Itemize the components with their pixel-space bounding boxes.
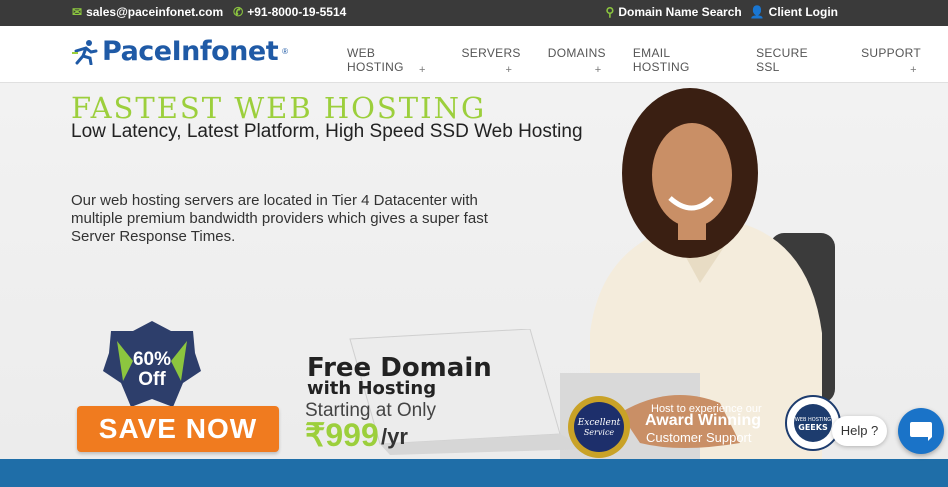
logo-text: PaceInfonet: [102, 36, 279, 67]
save-now-button[interactable]: SAVE NOW: [77, 406, 279, 452]
nav-servers[interactable]: SERVERS +: [461, 46, 548, 76]
nav-web-hosting[interactable]: WEB HOSTING +: [347, 46, 462, 76]
runner-icon: [72, 39, 98, 65]
nav-label: EMAIL HOSTING: [632, 46, 690, 74]
nav-label: SUPPORT: [861, 46, 921, 60]
web-hosting-geeks-seal: WEB HOSTING GEEKS: [785, 395, 841, 451]
seal2-line2: GEEKS: [798, 423, 828, 432]
with-hosting-text: with Hosting: [307, 378, 437, 399]
price-period: /yr: [381, 424, 408, 449]
nav-label: WEB HOSTING: [347, 46, 404, 74]
hero-title: FASTEST WEB HOSTING: [71, 91, 487, 125]
award-subtitle: Customer Support: [646, 430, 752, 445]
expand-plus-icon[interactable]: +: [506, 64, 513, 76]
nav-label: SECURE SSL: [756, 46, 808, 74]
help-bubble[interactable]: Help ?: [832, 416, 887, 446]
nav-email-hosting[interactable]: EMAIL HOSTING: [633, 46, 756, 74]
logo[interactable]: PaceInfonet ®: [72, 36, 288, 67]
badge-percent: 60%: [132, 349, 172, 370]
domain-search-link[interactable]: ⚲ Domain Name Search: [606, 5, 742, 19]
award-heading: Award Winning: [645, 412, 761, 429]
logo-registered: ®: [282, 47, 289, 56]
hero-subtitle: Low Latency, Latest Platform, High Speed…: [71, 121, 583, 142]
top-bar: ✉ sales@paceinfonet.com ✆ +91-8000-19-55…: [0, 0, 948, 26]
expand-plus-icon[interactable]: +: [910, 64, 917, 76]
discount-badge-text: 60% Off: [110, 350, 194, 390]
seal1-line2: Service: [584, 428, 615, 437]
expand-plus-icon[interactable]: +: [595, 64, 602, 76]
expand-plus-icon[interactable]: +: [419, 64, 426, 76]
client-login-link[interactable]: 👤 Client Login: [750, 5, 838, 19]
nav-label: DOMAINS: [547, 46, 606, 60]
user-icon: 👤: [749, 5, 765, 19]
nav-support[interactable]: SUPPORT +: [861, 46, 948, 76]
email-link[interactable]: ✉ sales@paceinfonet.com: [72, 5, 223, 19]
price-amount: ₹999: [305, 417, 379, 453]
nav-label: SERVERS: [461, 46, 521, 60]
badge-off: Off: [138, 369, 166, 390]
chat-button[interactable]: [898, 408, 944, 454]
main-nav: WEB HOSTING + SERVERS + DOMAINS + EMAIL HOS…: [347, 46, 948, 76]
search-icon: ⚲: [605, 5, 615, 19]
domain-search-label: Domain Name Search: [618, 5, 742, 19]
hero-banner: FASTEST WEB HOSTING Low Latency, Latest …: [0, 83, 948, 459]
phone-link[interactable]: ✆ +91-8000-19-5514: [233, 5, 346, 19]
phone-text: +91-8000-19-5514: [247, 5, 347, 19]
hero-description: Our web hosting servers are located in T…: [71, 192, 488, 245]
footer-band: [0, 459, 948, 487]
nav-domains[interactable]: DOMAINS +: [547, 46, 633, 76]
seal1-line1: Excellent: [577, 418, 621, 428]
header: PaceInfonet ® WEB HOSTING + SERVERS + DOMAI…: [0, 26, 948, 83]
envelope-icon: ✉: [72, 5, 83, 19]
email-text: sales@paceinfonet.com: [86, 5, 224, 19]
phone-icon: ✆: [233, 5, 244, 19]
excellent-service-seal: Excellent Service: [568, 396, 630, 458]
client-login-label: Client Login: [768, 5, 838, 19]
nav-secure-ssl[interactable]: SECURE SSL: [756, 46, 861, 74]
chat-icon: [910, 422, 932, 441]
